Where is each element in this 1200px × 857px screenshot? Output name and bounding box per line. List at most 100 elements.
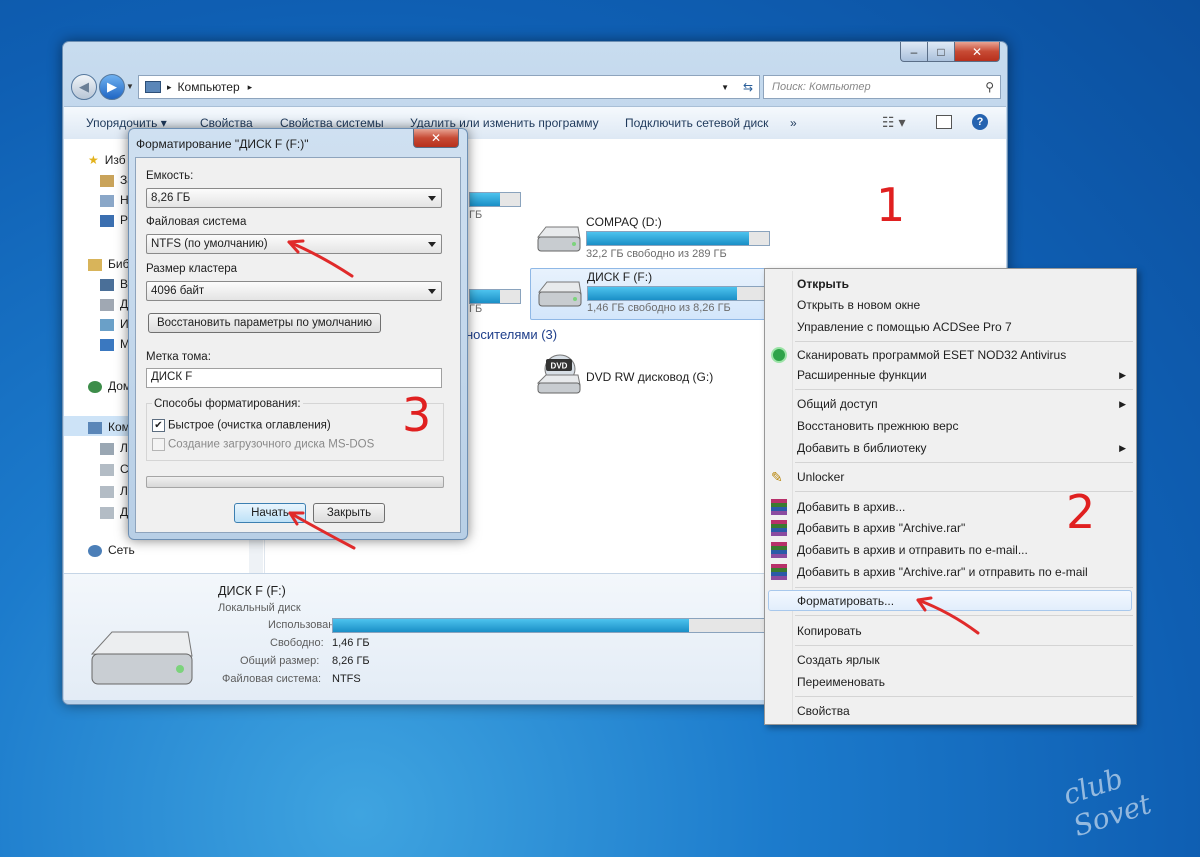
details-free-label: Свободно: <box>270 637 324 649</box>
dialog-close-button[interactable]: ✕ <box>413 129 459 148</box>
menu-item-archive-rar-email[interactable]: Добавить в архив "Archive.rar" и отправи… <box>797 565 1088 579</box>
menu-item-unlocker[interactable]: Unlocker <box>797 470 844 484</box>
chevron-right-icon: ▸ <box>167 81 172 92</box>
checkbox-icon <box>152 438 165 451</box>
address-bar[interactable]: ▸ Компьютер ▸ ▼ ⇆ <box>138 75 760 99</box>
annotation-number-3: 3 <box>402 388 432 442</box>
details-usage-bar <box>332 618 768 633</box>
msdos-checkbox: Создание загрузочного диска MS-DOS <box>152 438 374 451</box>
menu-item-eset[interactable]: Сканировать программой ESET NOD32 Antivi… <box>797 348 1066 362</box>
drive-item-f[interactable]: ДИСК F (F:) 1,46 ГБ свободно из 8,26 ГБ <box>530 268 778 320</box>
close-dialog-button[interactable]: Закрыть <box>313 503 385 523</box>
details-total-label: Общий размер: <box>240 655 320 667</box>
search-input[interactable]: Поиск: Компьютер ⚲ <box>763 75 1001 99</box>
close-button[interactable]: ✕ <box>954 42 1000 62</box>
nav-homegroup[interactable]: Дом <box>88 379 131 393</box>
preview-pane-icon[interactable] <box>936 115 952 129</box>
menu-item-create-shortcut[interactable]: Создать ярлык <box>797 653 880 667</box>
search-icon[interactable]: ⚲ <box>985 80 994 94</box>
menu-item-add-archive[interactable]: Добавить в архив... <box>797 500 905 514</box>
drive-e-bar <box>469 289 521 304</box>
volume-label: Метка тома: <box>146 351 211 363</box>
menu-separator <box>795 645 1133 646</box>
filesystem-select[interactable]: NTFS (по умолчанию) <box>146 234 442 254</box>
nav-drive-f[interactable]: Д <box>100 505 128 519</box>
menu-item-acdsee[interactable]: Управление с помощью ACDSee Pro 7 <box>797 320 1012 334</box>
capacity-label: Емкость: <box>146 170 194 182</box>
menu-item-format[interactable]: Форматировать... <box>797 594 894 608</box>
nav-documents[interactable]: Д <box>100 297 128 311</box>
library-icon <box>88 258 102 271</box>
maximize-button[interactable]: □ <box>927 42 955 62</box>
restore-defaults-button[interactable]: Восстановить параметры по умолчанию <box>148 313 381 333</box>
forward-button[interactable]: ▶ <box>99 74 125 100</box>
nav-libraries[interactable]: Биб <box>88 257 129 271</box>
drive-f-usage-bar <box>587 286 771 301</box>
drive-f-name: ДИСК F (F:) <box>587 270 653 284</box>
format-options-label: Способы форматирования: <box>152 398 303 410</box>
quick-format-checkbox[interactable]: ✔ Быстрое (очистка оглавления) <box>152 419 331 432</box>
menu-item-copy[interactable]: Копировать <box>797 624 862 638</box>
start-button[interactable]: Начать <box>234 503 306 523</box>
menu-item-rename[interactable]: Переименовать <box>797 675 885 689</box>
dialog-title: Форматирование "ДИСК F (F:)" <box>136 137 309 151</box>
drive-icon <box>100 485 114 498</box>
nav-favorites[interactable]: ★ Изб <box>88 153 126 167</box>
minimize-button[interactable]: – <box>900 42 928 62</box>
menu-item-share[interactable]: Общий доступ <box>797 397 878 411</box>
drive-f-free: 1,46 ГБ свободно из 8,26 ГБ <box>587 302 731 314</box>
more-button[interactable]: » <box>790 116 797 130</box>
nav-drive-l[interactable]: Л <box>100 484 128 498</box>
nav-recent[interactable]: Н <box>100 193 129 207</box>
eset-icon <box>771 347 787 363</box>
history-chevron-icon[interactable]: ▼ <box>126 82 134 91</box>
folder-icon <box>100 194 114 207</box>
volume-label-input[interactable]: ДИСК F <box>146 368 442 388</box>
help-icon[interactable]: ? <box>972 114 988 130</box>
drive-icon <box>100 506 114 519</box>
menu-item-properties[interactable]: Свойства <box>797 704 850 718</box>
submenu-arrow-icon: ▶ <box>1119 443 1126 453</box>
capacity-select[interactable]: 8,26 ГБ <box>146 188 442 208</box>
winrar-icon <box>771 499 787 515</box>
dropdown-icon[interactable]: ▼ <box>721 83 729 92</box>
details-free-value: 1,46 ГБ <box>332 637 370 649</box>
submenu-arrow-icon: ▶ <box>1119 399 1126 409</box>
drive-item-g[interactable]: DVD DVD RW дисковод (G:) <box>530 353 775 399</box>
watermark-logo: club Sovet <box>1059 761 1156 844</box>
desktop-icon <box>100 214 114 227</box>
map-drive-button[interactable]: Подключить сетевой диск <box>625 116 768 130</box>
menu-item-open[interactable]: Открыть <box>797 277 849 291</box>
removable-group-header[interactable]: носителями (3) <box>466 327 557 342</box>
documents-icon <box>100 298 114 311</box>
details-total-value: 8,26 ГБ <box>332 655 370 667</box>
view-icon[interactable]: ☷ ▾ <box>882 114 905 131</box>
checkbox-checked-icon: ✔ <box>152 419 165 432</box>
hard-drive-icon <box>537 281 582 307</box>
refresh-icon[interactable]: ⇆ <box>743 80 753 94</box>
menu-item-add-library[interactable]: Добавить в библиотеку <box>797 441 927 455</box>
search-placeholder: Поиск: Компьютер <box>772 81 871 93</box>
menu-item-archive-email[interactable]: Добавить в архив и отправить по e-mail..… <box>797 543 1028 557</box>
drive-item-d[interactable]: COMPAQ (D:) 32,2 ГБ свободно из 289 ГБ <box>530 215 775 263</box>
dvd-drive-icon: DVD <box>536 354 581 394</box>
drive-c-free: ГБ <box>469 209 483 221</box>
breadcrumb[interactable]: Компьютер <box>178 80 240 94</box>
dvd-label: DVD <box>551 362 568 371</box>
drive-d-free: 32,2 ГБ свободно из 289 ГБ <box>586 248 727 260</box>
nav-pictures[interactable]: И <box>100 317 129 331</box>
nav-drive-d[interactable]: С <box>100 462 129 476</box>
nav-music[interactable]: М <box>100 337 130 351</box>
menu-item-add-archive-rar[interactable]: Добавить в архив "Archive.rar" <box>797 521 965 535</box>
nav-network[interactable]: Сеть <box>88 543 135 557</box>
menu-separator <box>795 696 1133 697</box>
menu-item-open-new-window[interactable]: Открыть в новом окне <box>797 298 920 312</box>
nav-computer[interactable]: Ком <box>88 420 130 434</box>
menu-item-restore-versions[interactable]: Восстановить прежнюю верс <box>797 419 958 433</box>
menu-item-advanced[interactable]: Расширенные функции <box>797 368 927 382</box>
winrar-icon <box>771 564 787 580</box>
back-button[interactable]: ◀ <box>71 74 97 100</box>
drive-e-free: ГБ <box>469 303 483 315</box>
cluster-select[interactable]: 4096 байт <box>146 281 442 301</box>
chevron-down-icon <box>428 242 436 247</box>
